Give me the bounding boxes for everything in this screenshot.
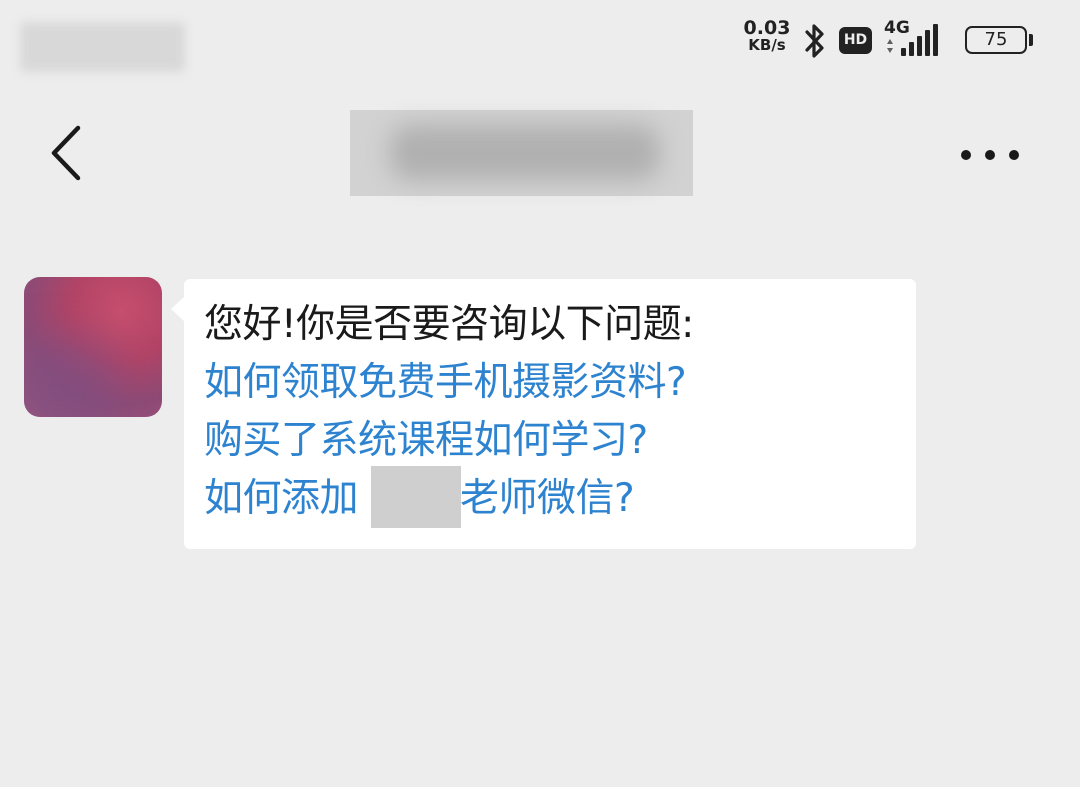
question-link-add-teacher-part2[interactable]: 老师微信? (460, 472, 635, 526)
bluetooth-icon (805, 24, 824, 58)
bubble-tail (171, 296, 185, 322)
status-bar-time-redacted (20, 22, 185, 72)
avatar[interactable] (24, 277, 162, 417)
chat-title-redacted-blur (390, 125, 660, 180)
network-speed-value: 0.03 (743, 17, 791, 39)
signal-icon (887, 24, 938, 56)
question-link-free-materials[interactable]: 如何领取免费手机摄影资料? (204, 356, 687, 410)
network-speed: 0.03 KB/s (742, 17, 792, 54)
hd-icon: HD (839, 27, 872, 54)
greeting-text: 您好!你是否要咨询以下问题: (204, 302, 694, 347)
chevron-left-icon[interactable] (40, 122, 90, 184)
teacher-name-redacted (371, 466, 461, 528)
question-link-course-study[interactable]: 购买了系统课程如何学习? (204, 414, 648, 468)
question-link-add-teacher-part1[interactable]: 如何添加 (204, 472, 359, 526)
battery-tip (1029, 34, 1033, 46)
network-speed-unit: KB/s (748, 36, 786, 54)
battery-icon: 75 (965, 26, 1027, 54)
more-dots-icon[interactable] (950, 135, 1030, 175)
